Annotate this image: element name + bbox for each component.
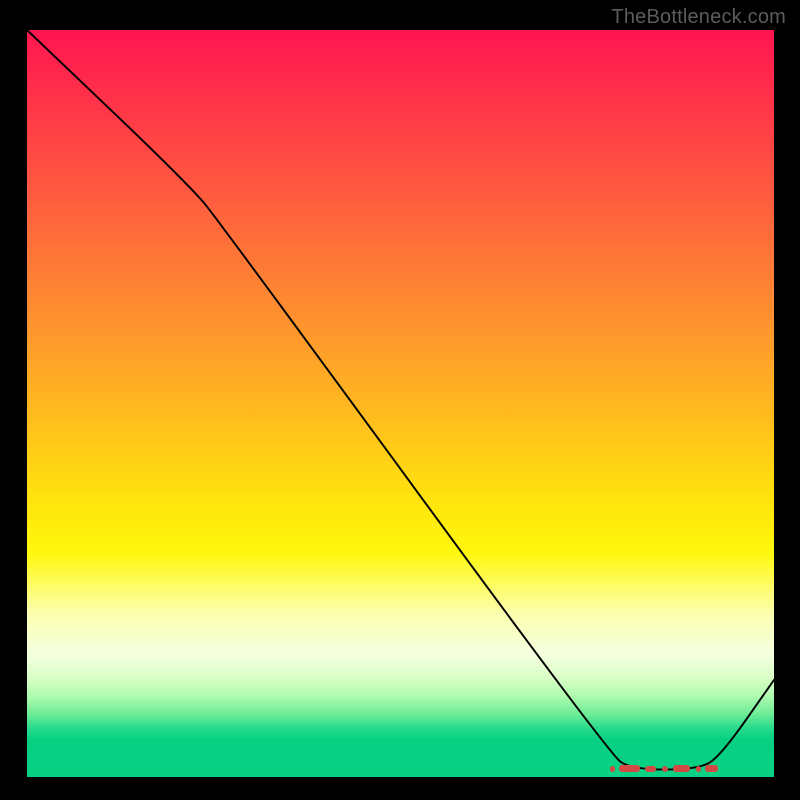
attribution-watermark: TheBottleneck.com <box>611 6 786 29</box>
curve-path <box>27 30 774 770</box>
line-chart-svg <box>27 30 774 777</box>
valley-marker-bump <box>645 766 656 772</box>
valley-marker-bump <box>619 765 640 772</box>
valley-marker-bump <box>705 765 718 772</box>
plot-gradient-background <box>27 30 774 777</box>
valley-marker-bump <box>610 766 616 772</box>
chart-root: TheBottleneck.com <box>0 0 800 800</box>
valley-marker-bump <box>696 766 702 772</box>
valley-marker-bump <box>673 765 690 772</box>
